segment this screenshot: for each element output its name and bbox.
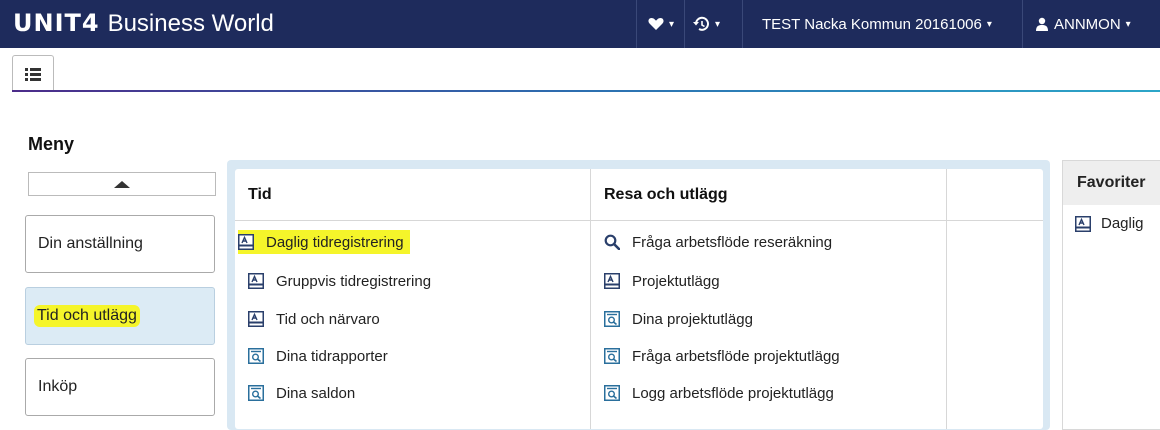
menu-item-label: Gruppvis tidregistrering [276,272,432,290]
menu-item-gruppvis-tidregistrering[interactable]: Gruppvis tidregistrering [248,269,431,293]
tab-underline [12,90,1160,92]
menu-item-fraga-arbetsflode-projektutlagg[interactable]: Fråga arbetsflöde projektutlägg [604,344,840,368]
form-icon [248,311,264,327]
heart-icon [648,18,664,30]
history-icon [693,16,709,31]
menu-item-label: Logg arbetsflöde projektutlägg [632,384,834,402]
menu-item-label: Daglig tidregistrering [263,232,407,252]
column-heading: Resa och utlägg [591,169,946,221]
top-bar: UNIT4 Business World ▾ ▾ TEST Nacka Komm… [0,0,1160,48]
category-din-anstallning[interactable]: Din anställning [25,215,215,273]
favorites-heading: Favoriter [1063,161,1160,205]
category-label: Inköp [38,378,78,395]
column-heading: Tid [235,169,590,221]
column-heading-empty [947,169,1043,221]
chevron-down-icon: ▾ [986,18,992,30]
column-empty [947,169,1043,429]
caret-up-icon [114,180,130,188]
menu-item-dina-saldon[interactable]: Dina saldon [248,381,355,405]
menu-item-fraga-arbetsflode-reserakning[interactable]: Fråga arbetsflöde reseräkning [604,230,832,254]
menu-item-label: Dina projektutlägg [632,310,753,328]
list-icon [25,67,41,81]
topbar-divider [636,0,637,48]
user-icon [1036,17,1048,31]
scroll-up-button[interactable] [28,172,216,196]
favorites-panel: Favoriter Daglig [1062,160,1160,430]
form-icon [604,273,620,289]
report-icon [604,311,620,327]
menu-item-label: Fråga arbetsflöde reseräkning [632,233,833,251]
category-label: Din anställning [38,235,143,252]
menu-item-label: Fråga arbetsflöde projektutlägg [632,347,840,365]
logo[interactable]: UNIT4 Business World [13,9,274,39]
category-label: Tid och utlägg [34,305,140,327]
company-name: TEST Nacka Kommun 20161006 [762,15,982,33]
category-tid-och-utlagg[interactable]: Tid och utlägg [25,287,215,345]
menu-item-tid-och-narvaro[interactable]: Tid och närvaro [248,307,380,331]
chevron-down-icon: ▾ [669,18,675,30]
history-menu-button[interactable]: ▾ [692,14,720,34]
menu-item-label: Dina saldon [276,384,356,402]
company-selector[interactable]: TEST Nacka Kommun 20161006 ▾ [762,14,992,34]
tab-strip [0,48,1160,92]
menu-item-daglig-tidregistrering[interactable]: Daglig tidregistrering [238,230,410,254]
chevron-down-icon: ▾ [715,18,721,30]
menu-item-dina-projektutlagg[interactable]: Dina projektutlägg [604,307,753,331]
topbar-divider [742,0,743,48]
form-icon [248,273,264,289]
favorites-menu-button[interactable]: ▾ [648,14,674,34]
user-name: ANNMON [1054,15,1121,33]
category-inkop[interactable]: Inköp [25,358,215,416]
menu-item-label: Dina tidrapporter [276,347,388,365]
logo-text: Business World [107,10,274,37]
form-icon [1075,215,1091,232]
menu-item-label: Tid och närvaro [276,310,380,328]
page-title: Meny [28,134,75,154]
favorite-item-label: Daglig [1101,215,1144,232]
form-icon [238,234,254,250]
logo-mark: UNIT4 [13,9,100,37]
menu-item-logg-arbetsflode-projektutlagg[interactable]: Logg arbetsflöde projektutlägg [604,381,834,405]
topbar-divider [1022,0,1023,48]
report-icon [248,348,264,364]
user-menu[interactable]: ANNMON ▾ [1036,14,1131,34]
menu-tab[interactable] [12,55,54,91]
favorite-item[interactable]: Daglig [1075,215,1144,232]
menu-item-label: Projektutlägg [632,272,720,290]
report-icon [604,385,620,401]
topbar-divider [684,0,685,48]
menu-item-projektutlagg[interactable]: Projektutlägg [604,269,720,293]
menu-item-dina-tidrapporter[interactable]: Dina tidrapporter [248,344,388,368]
report-icon [604,348,620,364]
report-icon [248,385,264,401]
search-icon [604,234,620,250]
chevron-down-icon: ▾ [1125,18,1131,30]
